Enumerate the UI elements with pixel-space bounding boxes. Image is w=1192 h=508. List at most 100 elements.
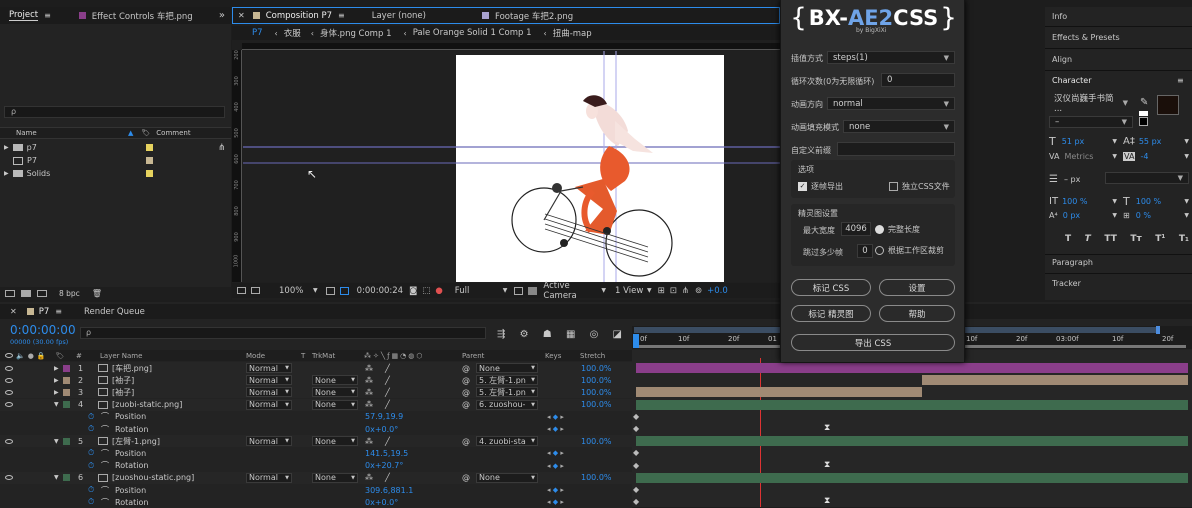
monitor-icon[interactable] <box>251 287 260 294</box>
keyframe-nav-icon[interactable]: ◂ ◆ ▸ <box>547 413 564 421</box>
trkmat-select[interactable]: None ▼ <box>312 399 358 410</box>
shy-switch-icon[interactable]: ⁂ <box>365 437 373 446</box>
stopwatch-icon[interactable]: ⏱ <box>88 412 94 422</box>
tab-timeline-p7[interactable]: P7 <box>39 307 50 317</box>
layer-row[interactable]: ▼ 4 [zuobi-static.png] Normal ▼ None ▼ ⁂ ╱ @6. zu… <box>0 398 632 411</box>
eye-icon[interactable] <box>5 365 13 371</box>
stroke-width-value[interactable]: – px <box>1064 175 1080 184</box>
graph-icon[interactable]: ⌒ <box>101 460 109 471</box>
stretch-value[interactable]: 100.0% <box>581 473 612 482</box>
interpret-footage-icon[interactable] <box>5 290 15 297</box>
layer-row[interactable]: ▼ 6 [zuoshou-static.png] Normal ▼ None ▼ ⁂ ╱ @ Non… <box>0 471 632 484</box>
font-size-value[interactable]: 51 px <box>1062 137 1085 146</box>
quality-switch-icon[interactable]: ╱ <box>385 376 390 385</box>
faux-italic-button[interactable]: T <box>1085 234 1091 244</box>
keyframe-nav-icon[interactable]: ◂ ◆ ▸ <box>547 449 564 457</box>
quality-switch-icon[interactable]: ╱ <box>385 437 390 446</box>
shy-switch-icon[interactable]: ⁂ <box>365 364 373 373</box>
eye-icon[interactable] <box>5 402 13 408</box>
property-value[interactable]: 57.9,19.9 <box>365 412 403 421</box>
exposure-value[interactable]: +0.0 <box>707 286 728 296</box>
label-color-swatch[interactable] <box>63 474 70 482</box>
label-color-swatch[interactable] <box>63 401 70 409</box>
layer-duration-bar[interactable] <box>636 436 1188 447</box>
tab-footage[interactable]: Footage 车把2.png <box>495 10 573 22</box>
toggle-pixel-icon[interactable]: ⊞ <box>658 286 665 296</box>
parent-select[interactable]: 5. 左臂-1.pn ▼ <box>476 375 538 386</box>
property-value[interactable]: 0x+0.0° <box>365 498 398 507</box>
solo-icon[interactable]: ● <box>28 352 34 360</box>
keyframe-nav-icon[interactable]: ◂ ◆ ▸ <box>547 486 564 494</box>
stretch-value[interactable]: 100.0% <box>581 364 612 373</box>
pickwhip-icon[interactable]: @ <box>462 400 470 409</box>
all-caps-button[interactable]: TT <box>1104 234 1117 244</box>
stretch-value[interactable]: 100.0% <box>581 376 612 385</box>
keyframe-icon[interactable]: ◆ <box>633 412 639 421</box>
hold-keyframe-icon[interactable]: ⧗ <box>824 460 830 470</box>
baseline-shift-value[interactable]: 0 px <box>1063 211 1080 220</box>
switches-icons[interactable]: ⁂✧╲ƒ▦◔◍⬡ <box>364 352 425 360</box>
graph-icon[interactable]: ⌒ <box>101 485 109 496</box>
draft-3d-icon[interactable]: ⚙ <box>520 329 529 340</box>
col-parent[interactable]: Parent <box>462 352 484 360</box>
quality-switch-icon[interactable]: ╱ <box>385 400 390 409</box>
kerning-value[interactable]: Metrics <box>1064 152 1093 161</box>
panel-tracker[interactable]: Tracker <box>1052 279 1081 288</box>
panel-character[interactable]: Character <box>1052 76 1092 85</box>
loop-count-input[interactable]: 0 <box>881 73 955 87</box>
property-row[interactable]: ⏱ ⌒ Rotation 0x+0.0° ◂ ◆ ▸ <box>0 496 632 508</box>
tab-project[interactable]: Project <box>9 10 39 21</box>
trkmat-select[interactable]: None ▼ <box>312 375 358 386</box>
layer-name[interactable]: [袖子] <box>112 387 134 398</box>
frame-export-checkbox[interactable]: ✓ 逐帧导出 <box>798 181 843 192</box>
vertical-scale-value[interactable]: 100 % <box>1062 197 1087 206</box>
label-color-swatch[interactable] <box>63 388 70 396</box>
max-width-input[interactable]: 4096 <box>841 222 871 236</box>
keyframe-icon[interactable]: ◆ <box>633 424 639 433</box>
export-css-button[interactable]: 导出 CSS <box>791 334 955 351</box>
layer-name[interactable]: [车把.png] <box>112 363 152 374</box>
mark-css-button[interactable]: 标记 CSS <box>791 279 871 296</box>
label-icon[interactable]: 🏷 <box>56 352 65 360</box>
fill-color-swatch[interactable] <box>1157 95 1179 115</box>
property-row[interactable]: ⏱ ⌒ Position 309.6,881.1 ◂ ◆ ▸ <box>0 484 632 496</box>
separate-css-checkbox[interactable]: 独立CSS文件 <box>889 181 950 192</box>
layer-duration-bar[interactable] <box>636 363 1188 373</box>
keyframe-nav-icon[interactable]: ◂ ◆ ▸ <box>547 462 564 470</box>
keyframe-nav-icon[interactable]: ◂ ◆ ▸ <box>547 425 564 433</box>
property-row[interactable]: ⏱ ⌒ Position 141.5,19.5 ◂ ◆ ▸ <box>0 447 632 460</box>
tab-layer[interactable]: Layer (none) <box>372 11 426 21</box>
shy-switch-icon[interactable]: ⁂ <box>365 400 373 409</box>
superscript-button[interactable]: T¹ <box>1155 234 1165 244</box>
tab-render-queue[interactable]: Render Queue <box>84 307 145 317</box>
expand-arrow-icon[interactable]: ▶ <box>4 170 9 177</box>
horizontal-scale-field[interactable]: T 100 % ▼ <box>1123 195 1189 208</box>
eye-icon[interactable] <box>5 389 13 395</box>
expand-arrow-icon[interactable]: ▶ <box>4 144 9 151</box>
current-timecode[interactable]: 0:00:00:00 <box>10 323 76 337</box>
playhead-icon[interactable] <box>633 334 639 348</box>
expand-arrow-icon[interactable]: ▼ <box>54 474 59 481</box>
motion-blur-icon[interactable]: ◎ <box>590 329 599 340</box>
bpc-label[interactable]: 8 bpc <box>59 289 80 298</box>
layer-row[interactable]: ▶ 3 [袖子] Normal ▼ None ▼ ⁂ ╱ @5. 左臂-1.pn ▼ 100.0% <box>0 386 632 399</box>
pickwhip-icon[interactable]: @ <box>462 473 470 482</box>
color-channels-icon[interactable]: ● <box>435 286 442 296</box>
mode-select[interactable]: Normal ▼ <box>246 399 292 410</box>
expand-arrow-icon[interactable]: ▶ <box>54 377 59 384</box>
property-value[interactable]: 141.5,19.5 <box>365 449 408 458</box>
layer-name[interactable]: [左臂-1.png] <box>112 436 160 447</box>
col-keys[interactable]: Keys <box>545 352 561 360</box>
comp-mini-flowchart-icon[interactable]: ⇶ <box>497 329 505 340</box>
parent-select[interactable]: None ▼ <box>476 472 538 483</box>
tracking-field[interactable]: VA -4 ▼ <box>1123 150 1189 162</box>
shy-layers-icon[interactable]: ☗ <box>543 329 552 340</box>
column-comment[interactable]: Comment <box>156 129 190 137</box>
lock-icon[interactable]: 🔒 <box>37 352 46 360</box>
col-layer-name[interactable]: Layer Name <box>100 352 142 360</box>
trkmat-select[interactable]: None ▼ <box>312 436 358 447</box>
shy-switch-icon[interactable]: ⁂ <box>365 388 373 397</box>
stretch-value[interactable]: 100.0% <box>581 437 612 446</box>
keyframe-icon[interactable]: ◆ <box>633 485 639 494</box>
label-color-swatch[interactable] <box>63 437 70 445</box>
